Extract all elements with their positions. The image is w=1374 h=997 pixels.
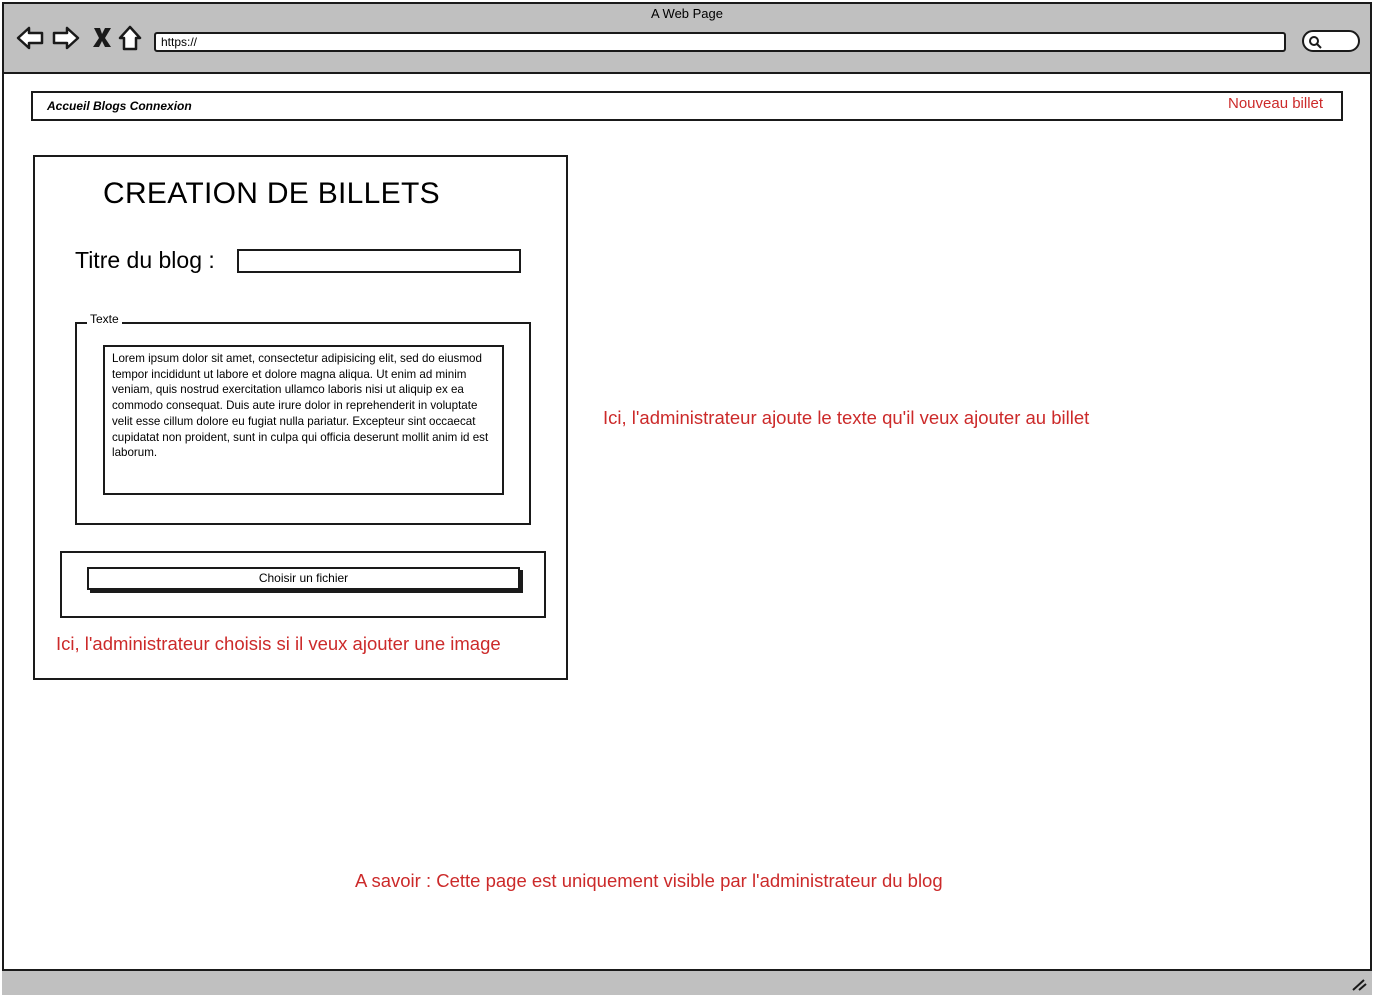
browser-search-field[interactable] (1302, 30, 1360, 52)
new-post-link[interactable]: Nouveau billet (1228, 95, 1323, 112)
post-text-area[interactable]: Lorem ipsum dolor sit amet, consectetur … (103, 345, 504, 495)
search-icon (1309, 36, 1322, 49)
window-title: A Web Page (650, 6, 724, 21)
forward-arrow-icon[interactable] (51, 24, 81, 54)
home-icon[interactable] (116, 24, 146, 54)
page-title: CREATION DE BILLETS (103, 177, 440, 210)
url-bar[interactable]: https:// (154, 32, 1286, 52)
text-fieldset-legend: Texte (87, 312, 122, 326)
back-arrow-icon[interactable] (15, 24, 45, 54)
status-bar (2, 969, 1372, 995)
blog-title-input[interactable] (237, 249, 521, 273)
image-annotation: Ici, l'administrateur choisis si il veux… (56, 633, 501, 654)
blog-title-label: Titre du blog : (75, 247, 215, 273)
nav-links[interactable]: Accueil Blogs Connexion (47, 99, 192, 113)
choose-file-button[interactable]: Choisir un fichier (87, 567, 520, 590)
admin-only-annotation: A savoir : Cette page est uniquement vis… (355, 870, 943, 891)
site-navbar (31, 91, 1343, 121)
text-annotation: Ici, l'administrateur ajoute le texte qu… (603, 407, 1090, 428)
resize-grip-icon[interactable] (1350, 976, 1368, 992)
close-icon[interactable] (88, 24, 118, 54)
